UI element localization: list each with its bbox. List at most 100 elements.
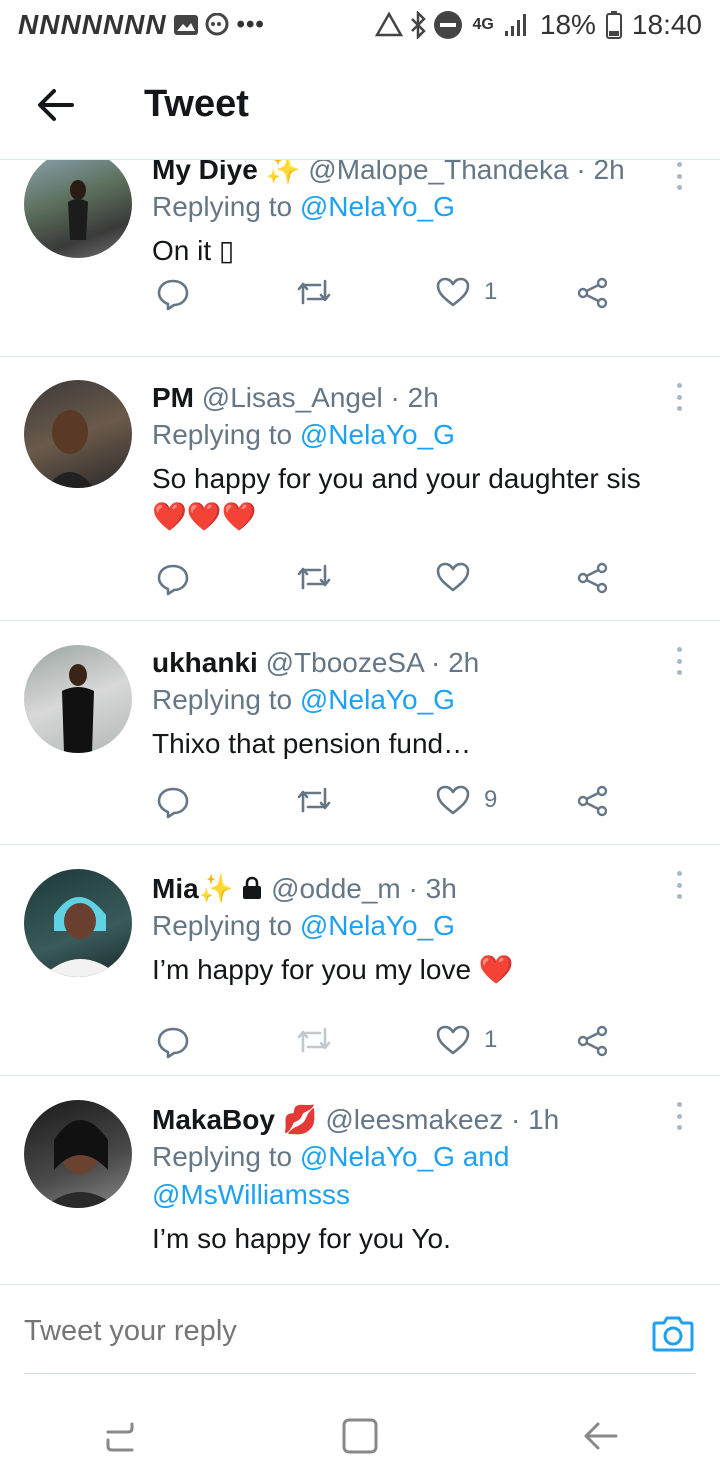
replying-to-label: Replying to — [152, 1141, 293, 1172]
clock: 18:40 — [631, 9, 702, 40]
mention-link[interactable]: @NelaYo_G — [300, 910, 455, 941]
avatar[interactable] — [24, 380, 132, 488]
retweet-button[interactable] — [296, 785, 332, 815]
like-button[interactable]: 1 — [436, 1025, 497, 1055]
reply-button[interactable] — [156, 277, 190, 311]
more-options-button[interactable] — [674, 383, 684, 411]
more-options-button[interactable] — [674, 1102, 684, 1130]
top-app-bar: Tweet — [0, 50, 720, 160]
retweet-button[interactable] — [296, 277, 332, 307]
replies-feed[interactable]: My Diye ✨ @Malope_Thandeka · 2h Replying… — [0, 160, 720, 1284]
like-button[interactable]: 1 — [436, 277, 497, 307]
replying-to-label: Replying to — [152, 419, 293, 450]
replying-to: Replying to @NelaYo_G — [152, 188, 680, 226]
reply-button[interactable] — [156, 562, 190, 596]
heart-icon — [436, 277, 470, 307]
share-icon — [577, 562, 608, 594]
tweet-actions: 9 — [152, 785, 622, 825]
display-name[interactable]: Mia — [152, 873, 199, 904]
like-button[interactable]: 9 — [436, 785, 497, 815]
tweet-item[interactable]: Mia✨ @odde_m · 3h Replying to @NelaYo_G … — [0, 845, 720, 1076]
mention-link[interactable]: @NelaYo_G — [300, 191, 455, 222]
reply-icon — [157, 1027, 189, 1059]
share-button[interactable] — [576, 1025, 610, 1057]
back-nav-button[interactable] — [570, 1406, 630, 1466]
avatar[interactable] — [24, 1100, 132, 1208]
sparkles-emoji: ✨ — [198, 873, 234, 904]
like-count: 9 — [484, 786, 498, 813]
more-options-button[interactable] — [674, 162, 684, 190]
handle[interactable]: @TboozeSA — [266, 647, 424, 678]
arrow-left-icon — [38, 88, 74, 121]
like-button[interactable] — [436, 562, 484, 592]
do-not-disturb-icon — [433, 11, 462, 39]
tweet-actions — [152, 562, 622, 602]
avatar[interactable] — [24, 645, 132, 753]
mention-link[interactable]: @NelaYo_G — [300, 1141, 455, 1172]
tweet-header: PM @Lisas_Angel · 2h — [152, 380, 680, 416]
timestamp: · 1h — [511, 1104, 560, 1135]
display-name[interactable]: ukhanki — [152, 647, 258, 678]
heart-icon — [436, 785, 470, 815]
lock-icon — [243, 876, 262, 899]
more-options-button[interactable] — [674, 871, 684, 899]
mention-conjunction: and — [462, 1141, 510, 1172]
recent-apps-button[interactable] — [90, 1406, 150, 1466]
display-name[interactable]: PM — [152, 382, 194, 413]
share-button[interactable] — [576, 785, 610, 817]
reply-button[interactable] — [156, 785, 190, 819]
network-type: 4G — [472, 16, 494, 33]
display-name[interactable]: My Diye — [152, 160, 258, 185]
camera-button[interactable] — [652, 1313, 694, 1355]
display-name[interactable]: MakaBoy — [152, 1104, 275, 1135]
tweet-item[interactable]: PM @Lisas_Angel · 2h Replying to @NelaYo… — [0, 357, 720, 621]
notification-icons: NNNNNNN ••• — [18, 9, 265, 41]
mention-link[interactable]: @NelaYo_G — [300, 419, 455, 450]
replying-to-label: Replying to — [152, 684, 293, 715]
replying-to: Replying to @NelaYo_G — [152, 416, 680, 454]
retweet-icon — [297, 279, 331, 305]
replying-to: Replying to @NelaYo_G — [152, 681, 680, 719]
mention-link[interactable]: @MsWilliamsss — [152, 1179, 350, 1210]
like-count: 1 — [484, 278, 498, 305]
reply-composer — [0, 1284, 720, 1392]
heart-emoji: ❤️ — [478, 954, 514, 985]
handle[interactable]: @odde_m — [271, 873, 401, 904]
tweet-text: So happy for you and your daughter sis — [152, 463, 641, 494]
share-button[interactable] — [576, 277, 610, 309]
home-button[interactable] — [330, 1406, 390, 1466]
handle[interactable]: @Malope_Thandeka — [308, 160, 568, 185]
system-navigation-bar — [0, 1392, 720, 1480]
more-options-button[interactable] — [674, 647, 684, 675]
reply-icon — [157, 787, 189, 819]
retweet-button[interactable] — [296, 562, 332, 592]
timestamp: · 2h — [390, 382, 439, 413]
tweet-item[interactable]: My Diye ✨ @Malope_Thandeka · 2h Replying… — [0, 160, 720, 357]
tweet-header: My Diye ✨ @Malope_Thandeka · 2h — [152, 160, 680, 188]
tweet-header: Mia✨ @odde_m · 3h — [152, 871, 680, 907]
handle[interactable]: @leesmakeez — [325, 1104, 503, 1135]
avatar[interactable] — [24, 160, 132, 258]
share-icon — [577, 277, 608, 309]
image-notification-icon — [173, 15, 198, 35]
avatar[interactable] — [24, 869, 132, 977]
mention-link[interactable]: @NelaYo_G — [300, 684, 455, 715]
tweet-actions: 1 — [152, 277, 622, 317]
reply-button[interactable] — [156, 1025, 190, 1059]
reply-icon — [157, 564, 189, 596]
battery-icon — [605, 11, 622, 39]
system-status: 4G 18% 18:40 — [374, 9, 702, 41]
replying-to: Replying to @NelaYo_G — [152, 907, 680, 945]
share-button[interactable] — [576, 562, 610, 594]
notification-letters: NNNNNNN — [18, 9, 167, 40]
reply-input[interactable] — [24, 1305, 624, 1358]
reply-icon — [157, 279, 189, 311]
retweet-button — [296, 1025, 332, 1055]
tweet-item[interactable]: MakaBoy 💋 @leesmakeez · 1h Replying to @… — [0, 1076, 720, 1284]
tweet-item[interactable]: ukhanki @TboozeSA · 2h Replying to @Nela… — [0, 621, 720, 845]
back-button[interactable] — [26, 75, 86, 135]
timestamp: · 3h — [408, 873, 457, 904]
replying-to: Replying to @NelaYo_G and @MsWilliamsss — [152, 1138, 680, 1214]
tweet-header: MakaBoy 💋 @leesmakeez · 1h — [152, 1102, 680, 1138]
handle[interactable]: @Lisas_Angel — [202, 382, 383, 413]
